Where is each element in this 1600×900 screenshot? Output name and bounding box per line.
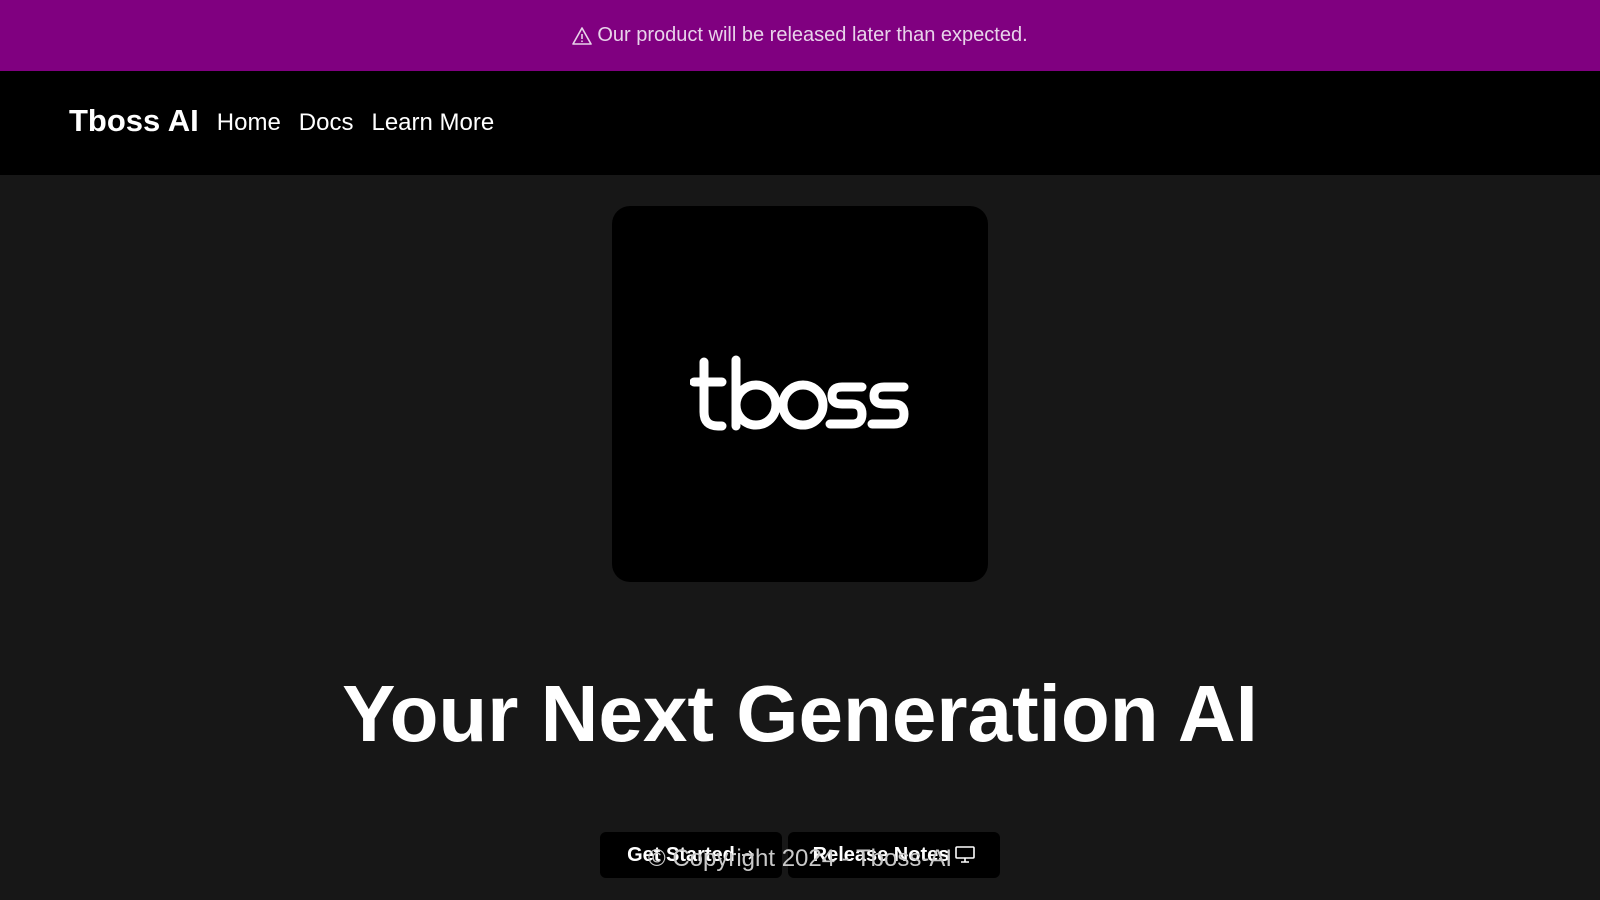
warning-triangle-icon: [572, 26, 593, 46]
nav-link-docs[interactable]: Docs: [299, 109, 354, 137]
brand-logo-text[interactable]: Tboss AI: [69, 103, 199, 139]
announcement-banner: Our product will be released later than …: [0, 0, 1600, 71]
banner-text: Our product will be released later than …: [597, 24, 1028, 46]
footer-copyright: © Copyright 2024 - Tboss-AI: [647, 845, 953, 872]
hero-title: Your Next Generation AI: [342, 669, 1258, 758]
nav-link-learn-more[interactable]: Learn More: [371, 109, 494, 137]
hero-logo-image: [612, 206, 988, 582]
nav-link-home[interactable]: Home: [217, 109, 281, 137]
tboss-wordmark: [690, 355, 909, 431]
navbar: Tboss AI Home Docs Learn More: [0, 71, 1600, 175]
